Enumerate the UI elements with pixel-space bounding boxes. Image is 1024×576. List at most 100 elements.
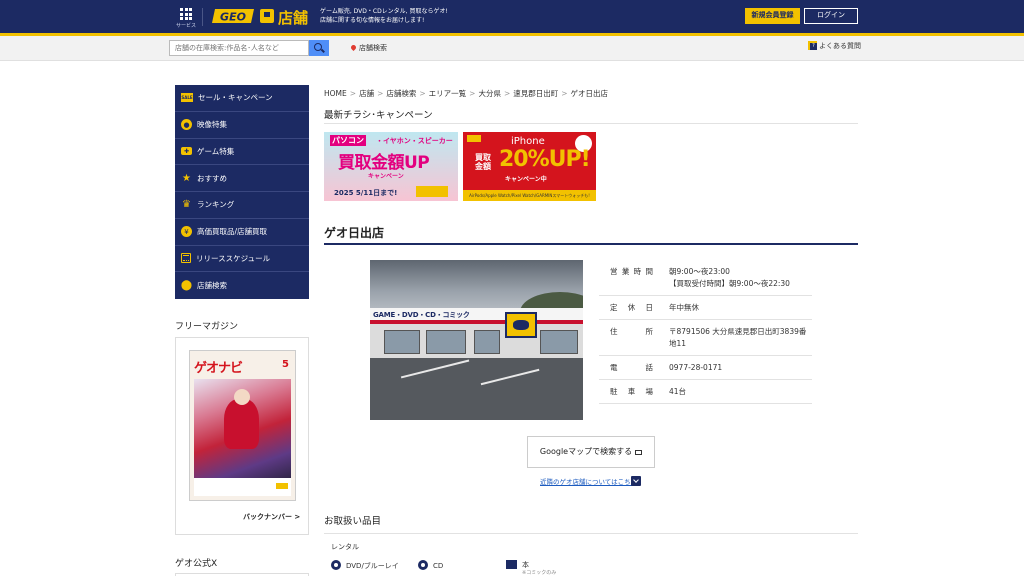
pin-icon: ⬤ xyxy=(180,280,193,292)
photo-window xyxy=(474,330,500,354)
goods-item-label: 本 xyxy=(522,561,529,569)
top-header xyxy=(0,0,1024,33)
sidebar-item-game[interactable]: ✚ ゲーム特集 xyxy=(175,139,309,166)
sidebar-item-label: ゲーム特集 xyxy=(197,146,235,156)
grid-icon xyxy=(180,8,192,20)
banner-headline: 買取金額UP xyxy=(338,153,430,173)
store-search-label: 店舗検索 xyxy=(359,44,387,52)
breadcrumb-separator: > xyxy=(349,89,357,98)
tagline-line-1: ゲーム販売, DVD・CDレンタル, 買取ならゲオ! xyxy=(320,8,448,15)
sidebar-item-label: リリーススケジュール xyxy=(196,253,271,263)
external-link-icon xyxy=(635,450,643,455)
flyers-title: 最新チラシ･キャンペーン xyxy=(324,110,433,121)
breadcrumb-home[interactable]: HOME xyxy=(324,89,347,98)
breadcrumb: HOME > 店舗 > 店舗検索 > エリア一覧 > 大分県 > 速見郡日出町 > ゲオ日出店 xyxy=(324,88,608,99)
photo-sign-text: GAME・DVD・CD・コミック xyxy=(373,311,470,319)
info-row-holiday: 定休日 年中無休 xyxy=(599,296,812,320)
section-divider xyxy=(324,123,858,124)
header-divider xyxy=(202,8,203,26)
info-value: 41台 xyxy=(669,387,687,396)
services-menu-button[interactable]: サービス xyxy=(176,8,196,29)
sidebar-item-label: セール・キャンペーン xyxy=(198,93,273,103)
flyer-banner-iphone-buyback[interactable]: iPhone 買取金額 20%UP! キャンペーン中 AirPods/Apple… xyxy=(463,132,596,201)
magazine-issue: 5 xyxy=(282,359,289,370)
photo-window xyxy=(426,330,466,354)
login-button[interactable]: ログイン xyxy=(804,8,858,24)
info-key: 営業時間 xyxy=(610,267,653,276)
chevron-down-icon[interactable] xyxy=(631,476,641,486)
store-search-link[interactable]: 店舗検索 xyxy=(349,43,387,53)
stock-search-input[interactable] xyxy=(169,40,309,56)
section-title: 店舗 xyxy=(278,9,309,27)
breadcrumb-separator: > xyxy=(503,89,511,98)
banner-subtitle: ・イヤホン・スピーカー xyxy=(376,137,453,145)
pin-icon xyxy=(349,43,358,52)
faq-link[interactable]: よくある質問 xyxy=(808,41,861,51)
sidebar-item-video[interactable]: ● 映像特集 xyxy=(175,112,309,139)
title-underline xyxy=(324,243,858,245)
search-icon xyxy=(314,43,322,51)
breadcrumb-town[interactable]: 速見郡日出町 xyxy=(513,89,558,98)
star-icon: ★ xyxy=(182,172,191,184)
breadcrumb-current: ゲオ日出店 xyxy=(570,89,609,98)
info-key: 定休日 xyxy=(610,303,653,312)
banner-product: iPhone xyxy=(511,136,545,147)
geo-x-title: ゲオ公式X xyxy=(175,559,218,569)
store-icon xyxy=(260,9,274,23)
store-photo: GAME・DVD・CD・コミック xyxy=(370,260,583,420)
sidebar-item-release[interactable]: リリーススケジュール xyxy=(175,246,309,273)
info-row-parking: 駐車場 41台 xyxy=(599,380,812,404)
goods-item-book: 本 ※コミックのみ xyxy=(506,560,556,576)
section-divider xyxy=(324,533,858,534)
goods-title: お取扱い品目 xyxy=(324,516,382,527)
sidebar-item-label: 高価買取品/店舗買取 xyxy=(197,227,268,237)
sidebar-item-ranking[interactable]: ♛ ランキング xyxy=(175,192,309,219)
info-key: 住所 xyxy=(610,327,653,336)
breadcrumb-store-search[interactable]: 店舗検索 xyxy=(386,89,416,98)
breadcrumb-separator: > xyxy=(377,89,384,98)
sidebar-item-label: 店舗検索 xyxy=(197,281,227,291)
magazine-box: ゲオナビ 5 xyxy=(175,337,309,535)
breadcrumb-separator: > xyxy=(469,89,476,98)
question-icon xyxy=(808,41,817,50)
breadcrumb-prefecture[interactable]: 大分県 xyxy=(478,89,501,98)
breadcrumb-store[interactable]: 店舗 xyxy=(359,89,374,98)
google-map-button[interactable]: Googleマップで検索する xyxy=(527,436,655,468)
magazine-cover[interactable]: ゲオナビ 5 xyxy=(189,350,296,501)
register-button[interactable]: 新規会員登録 xyxy=(745,8,800,24)
buyback-icon: ¥ xyxy=(181,226,192,238)
info-key: 駐車場 xyxy=(610,387,653,396)
book-icon xyxy=(506,560,517,569)
sidebar-item-store-search[interactable]: ⬤ 店舗検索 xyxy=(175,272,309,299)
disc-icon: ● xyxy=(181,119,192,131)
google-map-label: Googleマップで検索する xyxy=(539,447,633,456)
goods-item-label: DVD/ブルーレイ xyxy=(346,562,399,570)
magazine-footer xyxy=(194,478,291,496)
sidebar-item-recommend[interactable]: ★ おすすめ xyxy=(175,165,309,192)
info-value: 年中無休 xyxy=(669,303,699,312)
search-button[interactable] xyxy=(309,40,329,56)
banner-campaign: キャンペーン xyxy=(368,173,404,180)
info-row-address: 住所 〒8791506 大分県速見郡日出町3839番地11 xyxy=(599,320,812,356)
sidebar-item-sale[interactable]: SALE セール・キャンペーン xyxy=(175,85,309,112)
breadcrumb-area-list[interactable]: エリア一覧 xyxy=(429,89,467,98)
free-magazine-title: フリーマガジン xyxy=(175,322,239,332)
sidebar-item-label: おすすめ xyxy=(197,173,227,183)
goods-item-cd: CD xyxy=(418,560,443,570)
nearby-stores-link[interactable]: 近隣のゲオ店舗についてはこちら xyxy=(540,476,637,486)
search-bar-row xyxy=(0,36,1024,61)
breadcrumb-separator: > xyxy=(561,89,568,98)
info-row-hours: 営業時間 朝9:00～夜23:00 【買取受付時間】朝9:00～夜22:30 xyxy=(599,260,812,296)
flyer-banner-pc-buyback[interactable]: パソコン ・イヤホン・スピーカー 買取金額UP キャンペーン 2025 5/11… xyxy=(324,132,458,201)
breadcrumb-separator: > xyxy=(419,89,426,98)
geo-logo[interactable]: GEO xyxy=(212,7,256,25)
info-value[interactable]: 0977-28-0171 xyxy=(669,362,812,374)
sidebar-item-buyback[interactable]: ¥ 高価買取品/店舗買取 xyxy=(175,219,309,246)
back-number-link[interactable]: バックナンバー > xyxy=(243,512,300,522)
goods-item-sub: ※コミックのみ xyxy=(522,570,557,576)
photo-red-band xyxy=(370,320,583,324)
goods-item-dvd: DVD/ブルーレイ xyxy=(331,560,399,571)
photo-window xyxy=(540,330,578,354)
geo-logo xyxy=(467,135,481,142)
sidebar-nav: SALE セール・キャンペーン ● 映像特集 ✚ ゲーム特集 ★ おすすめ ♛ … xyxy=(175,85,309,299)
